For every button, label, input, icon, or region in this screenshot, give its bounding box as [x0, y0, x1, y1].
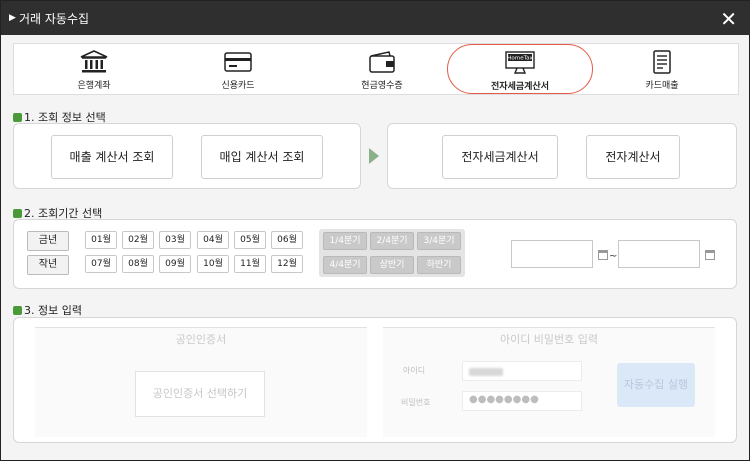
e-invoice-button[interactable]: 전자계산서 — [586, 135, 680, 179]
section-marker-icon — [13, 209, 22, 218]
source-tabs: 은행계좌 신용카드 현금영수증 HomeTax 전자세금계산서 카드매출 — [13, 43, 739, 95]
month-button[interactable]: 12월 — [271, 255, 303, 273]
month-button[interactable]: 05월 — [234, 231, 266, 249]
arrow-right-icon — [369, 148, 379, 164]
calendar-icon[interactable] — [598, 250, 608, 260]
invoice-type-box — [387, 123, 737, 189]
half-year-button[interactable]: 상반기 — [370, 256, 414, 274]
month-button[interactable]: 01월 — [85, 231, 117, 249]
section-marker-icon — [13, 306, 22, 315]
tab-label: 현금영수증 — [361, 81, 403, 91]
year-last-button[interactable]: 작년 — [27, 255, 69, 275]
date-range-separator: ~ — [609, 251, 618, 262]
document-icon — [653, 50, 671, 74]
select-certificate-button[interactable]: 공인인증서 선택하기 — [135, 371, 265, 417]
tab-label: 전자세금계산서 — [491, 82, 549, 92]
month-button[interactable]: 03월 — [159, 231, 191, 249]
month-button[interactable]: 04월 — [197, 231, 229, 249]
tab-credit-card[interactable]: 신용카드 — [168, 44, 308, 94]
quarter-button[interactable]: 4/4분기 — [323, 256, 367, 274]
title-bar: ▶ 거래 자동수집 ✕ — [1, 1, 750, 35]
month-button[interactable]: 10월 — [197, 255, 229, 273]
start-date-input[interactable] — [511, 240, 593, 268]
section-3-title-text: 3. 정보 입력 — [24, 304, 82, 317]
password-input[interactable]: ●●●●●●●● — [462, 391, 582, 411]
credit-card-icon — [224, 52, 252, 72]
wallet-icon — [369, 51, 395, 73]
close-icon[interactable]: ✕ — [720, 7, 737, 31]
calendar-icon[interactable] — [705, 250, 715, 260]
auto-collect-dialog: ▶ 거래 자동수집 ✕ 은행계좌 신용카드 현금영수증 HomeTax 전자세금… — [0, 0, 750, 461]
hometax-icon: HomeTax — [505, 51, 535, 74]
title-triangle-icon: ▶ — [9, 13, 16, 23]
svg-text:HomeTax: HomeTax — [507, 56, 533, 62]
login-panel-title: 아이디 비밀번호 입력 — [383, 327, 715, 353]
tab-card-sales[interactable]: 카드매출 — [592, 44, 732, 94]
tab-label: 신용카드 — [221, 81, 255, 91]
quarter-button[interactable]: 2/4분기 — [370, 232, 414, 250]
month-button[interactable]: 08월 — [122, 255, 154, 273]
run-auto-collect-button[interactable]: 자동수집 실행 — [617, 363, 695, 407]
tab-label: 은행계좌 — [77, 81, 111, 91]
bank-icon — [80, 50, 108, 73]
quarter-button[interactable]: 3/4분기 — [417, 232, 461, 250]
quarter-button[interactable]: 1/4분기 — [323, 232, 367, 250]
dialog-title: 거래 자동수집 — [19, 12, 90, 26]
password-value: ●●●●●●●● — [469, 394, 539, 405]
year-this-button[interactable]: 금년 — [27, 231, 69, 251]
tab-label: 카드매출 — [645, 81, 679, 91]
month-button[interactable]: 07월 — [85, 255, 117, 273]
month-button[interactable]: 02월 — [122, 231, 154, 249]
section-marker-icon — [13, 113, 22, 122]
e-tax-invoice-button[interactable]: 전자세금계산서 — [442, 135, 558, 179]
tab-e-tax-invoice[interactable]: HomeTax 전자세금계산서 — [447, 44, 593, 94]
half-year-button[interactable]: 하반기 — [417, 256, 461, 274]
month-button[interactable]: 06월 — [271, 231, 303, 249]
end-date-input[interactable] — [618, 240, 700, 268]
tab-cash-receipt[interactable]: 현금영수증 — [312, 44, 452, 94]
id-input[interactable] — [462, 361, 582, 381]
id-label: 아이디 — [403, 366, 426, 375]
certificate-panel-title: 공인인증서 — [35, 327, 367, 353]
section-3-title: 3. 정보 입력 — [13, 302, 82, 318]
id-value-redacted — [469, 368, 503, 376]
purchase-invoice-button[interactable]: 매입 계산서 조회 — [201, 135, 323, 179]
month-button[interactable]: 09월 — [159, 255, 191, 273]
month-button[interactable]: 11월 — [234, 255, 266, 273]
password-label: 비밀번호 — [401, 398, 431, 407]
sales-invoice-button[interactable]: 매출 계산서 조회 — [51, 135, 173, 179]
tab-bank-account[interactable]: 은행계좌 — [24, 44, 164, 94]
